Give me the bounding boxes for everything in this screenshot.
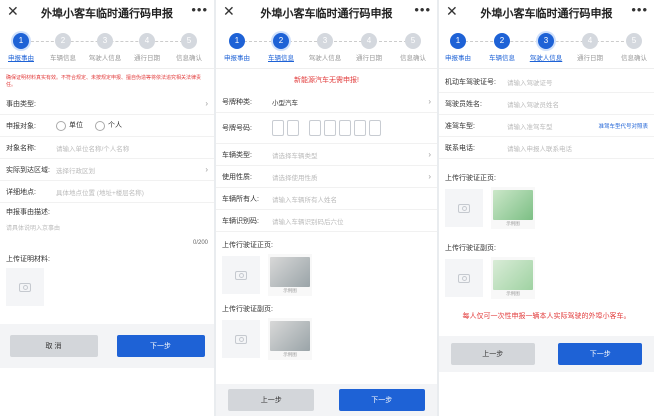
plate-char-input[interactable] [324,120,336,136]
title-bar: ✕ 外埠小客车临时通行码申报 ••• [216,0,437,26]
address-field[interactable]: 详细地点: 具体地点位置 (地址+楼层名称) [0,181,214,203]
upload-back-label: 上传行驶证副页: [445,245,496,252]
step-3: 3 驾驶人信息 [86,33,124,62]
step-4: 4 通行日期 [571,33,609,62]
step-2: 2 车辆信息 [44,33,82,62]
close-icon[interactable]: ✕ [446,3,458,20]
plate-number-field: 号牌号码: [216,113,437,144]
page-title: 外埠小客车临时通行码申报 [41,8,173,20]
next-button[interactable]: 下一步 [116,335,205,357]
panel-reason: ✕ 外埠小客车临时通行码申报 ••• 1 申报事由 2 车辆信息 3 驾驶人信息 4通… [0,0,214,416]
notice-text: 确保证明材料真实有效。不符合规定、未按规定申报、擅自伪造等将依法追究相关法律责任… [0,69,214,93]
chevron-right-icon: › [428,150,431,159]
camera-icon [235,270,247,280]
plate-char-input[interactable] [272,120,284,136]
step-1: 1 申报事由 [2,33,40,62]
sample-image: 示例图 [491,187,535,229]
plate-char-input[interactable] [339,120,351,136]
plate-char-input[interactable] [287,120,299,136]
phone-field[interactable]: 联系电话: 请输入申报人联系电话 [439,137,654,159]
sample-image: 示例图 [268,254,312,296]
next-button[interactable]: 下一步 [558,343,643,365]
upload-front-button[interactable] [222,256,260,294]
usage-field[interactable]: 使用性质: 请选择使用性质 › [216,166,437,188]
license-no-field[interactable]: 机动车驾驶证号: 请输入驾驶证号 [439,71,654,93]
prev-button[interactable]: 上一步 [450,343,535,365]
plate-char-input[interactable] [369,120,381,136]
owner-field[interactable]: 车辆所有人: 请输入车辆所有人姓名 [216,188,437,210]
upload-front-label: 上传行驶证正页: [445,175,496,182]
step-3: 3 驾驶人信息 [306,33,344,62]
panel-driver: ✕ 外埠小客车临时通行码申报 ••• 1 申报事由 2 车辆信息 3 驾驶人信息 4通… [439,0,654,416]
footer-bar: 取 消 下一步 [0,324,214,368]
plate-char-input[interactable] [309,120,321,136]
arrival-area-field[interactable]: 实际到达区域: 选择行政区划 › [0,159,214,181]
upload-proof-button[interactable] [6,268,44,306]
step-indicator: 1 申报事由 2 车辆信息 3 驾驶人信息 4 通行日期 5 信息确认 [439,26,654,69]
applicant-name-field[interactable]: 对象名称: 请输入单位名称/个人名称 [0,137,214,159]
upload-back-label: 上传行驶证副页: [222,306,273,313]
camera-icon [19,282,31,292]
notice-text: 每人仅可一次性申报一辆本人实际驾驶的外埠小客车。 [462,313,631,320]
title-bar: ✕ 外埠小客车临时通行码申报 ••• [0,0,214,26]
more-icon[interactable]: ••• [191,2,208,17]
upload-proof-label: 上传证明材料: [6,256,50,263]
step-indicator: 1 申报事由 2 车辆信息 3 驾驶人信息 4 通行日期 5 信息确认 [0,26,214,69]
step-1: 1 申报事由 [439,33,477,62]
upload-front-label: 上传行驶证正页: [222,242,273,249]
license-class-table-link[interactable]: 准驾车型代号对照表 [598,122,648,130]
footer-bar: 上一步 下一步 [439,336,654,372]
driver-name-field[interactable]: 驾驶员姓名: 请输入驾驶员姓名 [439,93,654,115]
close-icon[interactable]: ✕ [7,3,19,20]
step-5: 5 信息确认 [394,33,432,62]
applicant-type-field: 申报对象: 单位 个人 [0,115,214,137]
vehicle-type-field[interactable]: 车辆类型: 请选择车辆类型 › [216,144,437,166]
more-icon[interactable]: ••• [414,2,431,17]
chevron-right-icon: › [205,99,208,108]
step-2: 2 车辆信息 [483,33,521,62]
step-indicator: 1 申报事由 2 车辆信息 3 驾驶人信息 4 通行日期 5 信息确认 [216,26,437,69]
footer-bar: 上一步 下一步 [216,384,437,416]
plate-type-field[interactable]: 号牌种类: 小型汽车 › [216,91,437,113]
more-icon[interactable]: ••• [631,2,648,17]
step-5: 5 信息确认 [615,33,653,62]
panel-vehicle: ✕ 外埠小客车临时通行码申报 ••• 1 申报事由 2 车辆信息 3 驾驶人信息 4通… [216,0,437,416]
reason-type-field[interactable]: 事由类型: › [0,93,214,115]
close-icon[interactable]: ✕ [223,3,235,20]
notice-text: 新能源汽车无需申报! [294,77,359,84]
next-button[interactable]: 下一步 [338,389,425,411]
step-2: 2 车辆信息 [262,33,300,62]
step-4: 4 通行日期 [350,33,388,62]
title-bar: ✕ 外埠小客车临时通行码申报 ••• [439,0,654,26]
upload-front-button[interactable] [445,189,483,227]
camera-icon [235,334,247,344]
camera-icon [458,273,470,283]
chevron-right-icon: › [428,97,431,106]
license-class-field[interactable]: 准驾车型: 请输入准驾车型 准驾车型代号对照表 [439,115,654,137]
step-4: 4 通行日期 [128,33,166,62]
chevron-right-icon: › [205,165,208,174]
cancel-button[interactable]: 取 消 [9,335,98,357]
radio-unit[interactable]: 单位 [56,120,83,131]
upload-back-button[interactable] [222,320,260,358]
upload-back-button[interactable] [445,259,483,297]
chevron-right-icon: › [428,172,431,181]
sample-image: 示例图 [268,318,312,360]
sample-image: 示例图 [491,257,535,299]
step-1: 1 申报事由 [218,33,256,62]
camera-icon [458,203,470,213]
step-3: 3 驾驶人信息 [527,33,565,62]
reason-description[interactable]: 申报事由描述: 请具体说明入京事由 0/200 [0,203,214,246]
page-title: 外埠小客车临时通行码申报 [480,8,613,20]
prev-button[interactable]: 上一步 [228,389,315,411]
page-title: 外埠小客车临时通行码申报 [260,8,393,20]
plate-number-boxes [272,120,381,136]
plate-char-input[interactable] [354,120,366,136]
vin-field[interactable]: 车辆识别码: 请输入车辆识别码后六位 [216,210,437,232]
step-5: 5 信息确认 [170,33,208,62]
radio-person[interactable]: 个人 [95,120,122,131]
